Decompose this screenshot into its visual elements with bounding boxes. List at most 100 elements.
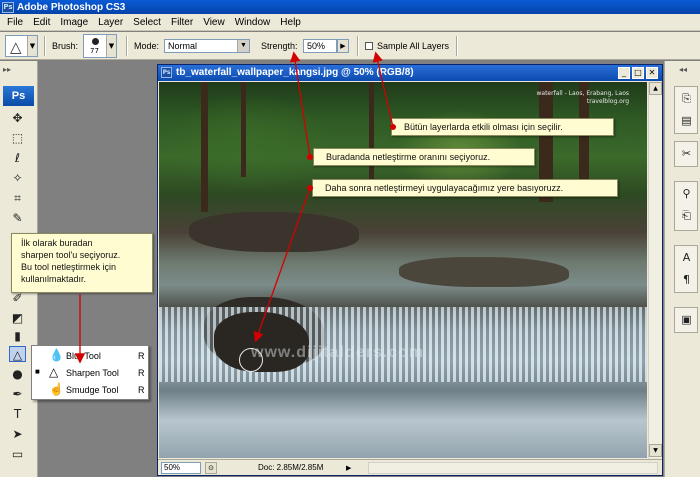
callout-sharpen-tool: İlk olarak buradan sharpen tool'u seçiyo… bbox=[11, 233, 153, 293]
sample-all-layers-label[interactable]: Sample All Layers bbox=[377, 41, 449, 51]
path-selection-tool-icon[interactable]: ➤ bbox=[9, 426, 26, 442]
document-title: tb_waterfall_wallpaper_kangsi.jpg @ 50% … bbox=[176, 67, 414, 78]
strength-label: Strength: bbox=[261, 41, 298, 51]
blur-drop-icon: 💧 bbox=[49, 348, 64, 362]
sample-all-layers-checkbox[interactable] bbox=[365, 42, 373, 50]
chevron-down-icon[interactable]: ▼ bbox=[237, 40, 249, 52]
mode-value: Normal bbox=[168, 41, 198, 51]
options-separator bbox=[44, 36, 46, 56]
status-info-icon[interactable]: ⊙ bbox=[205, 462, 217, 474]
scroll-down-icon[interactable]: ▼ bbox=[649, 444, 662, 457]
dock-group-navigator: ⎘ ▤ bbox=[674, 86, 698, 134]
dock-group-layers: ▣ bbox=[674, 307, 698, 333]
smudge-hand-icon: ☝ bbox=[49, 382, 64, 396]
flyout-item-shortcut: R bbox=[138, 385, 145, 395]
flyout-item-shortcut: R bbox=[138, 368, 145, 378]
options-separator bbox=[456, 36, 458, 56]
menu-bar: File Edit Image Layer Select Filter View… bbox=[0, 14, 700, 31]
flyout-item-smudge[interactable]: ☝ Smudge Tool R bbox=[32, 381, 148, 398]
flyout-item-sharpen[interactable]: ■ △ Sharpen Tool R bbox=[32, 364, 148, 381]
mode-select[interactable]: Normal ▼ bbox=[164, 39, 250, 53]
sharpen-triangle-icon: △ bbox=[49, 365, 59, 379]
layers-panel-icon[interactable]: ▣ bbox=[678, 312, 695, 328]
photoshop-logo[interactable]: Ps bbox=[3, 86, 34, 106]
magic-wand-tool-icon[interactable]: ✧ bbox=[9, 170, 26, 186]
brush-label: Brush: bbox=[52, 41, 79, 51]
menu-filter[interactable]: Filter bbox=[166, 17, 198, 28]
canvas-image[interactable]: waterfall - Laos, Erabang, Laos travelbl… bbox=[159, 82, 647, 458]
flyout-item-label: Smudge Tool bbox=[66, 385, 119, 395]
zoom-input[interactable]: 50% bbox=[161, 462, 201, 474]
callout-line: İlk olarak buradan bbox=[21, 238, 93, 248]
eyedropper-tool-icon[interactable]: ✎ bbox=[9, 210, 26, 226]
strength-slider-arrow-icon[interactable]: ▶ bbox=[337, 39, 349, 53]
navigator-panel-icon[interactable]: ⎘ bbox=[678, 91, 695, 107]
menu-file[interactable]: File bbox=[2, 17, 28, 28]
callout-line: Bu tool netleştirmek için bbox=[21, 262, 117, 272]
shape-tool-icon[interactable]: ▭ bbox=[9, 446, 26, 462]
actions-panel-icon[interactable]: ⎗ bbox=[678, 208, 695, 224]
move-tool-icon[interactable]: ✥ bbox=[9, 110, 26, 126]
app-title-bar: Ps Adobe Photoshop CS3 bbox=[0, 0, 700, 14]
menu-window[interactable]: Window bbox=[230, 17, 276, 28]
menu-help[interactable]: Help bbox=[275, 17, 306, 28]
tool-preset-picker[interactable]: △ ▼ bbox=[5, 35, 38, 57]
horizontal-scrollbar[interactable] bbox=[368, 462, 658, 474]
scroll-up-icon[interactable]: ▲ bbox=[649, 82, 662, 95]
photoshop-app-icon: Ps bbox=[2, 1, 14, 13]
paragraph-panel-icon[interactable]: ¶ bbox=[678, 272, 695, 288]
menu-edit[interactable]: Edit bbox=[28, 17, 55, 28]
type-tool-icon[interactable]: T bbox=[9, 406, 26, 422]
document-icon: Ps bbox=[161, 67, 172, 78]
sharpen-tool-button[interactable]: △ bbox=[9, 346, 26, 362]
brush-cursor-icon bbox=[239, 348, 263, 372]
photo-credit-line: waterfall - Laos, Erabang, Laos bbox=[536, 90, 630, 97]
menu-view[interactable]: View bbox=[198, 17, 230, 28]
chevron-down-icon[interactable]: ▼ bbox=[27, 36, 37, 56]
flyout-item-blur[interactable]: 💧 Blur Tool R bbox=[32, 347, 148, 364]
gradient-tool-icon[interactable]: ▮ bbox=[9, 328, 26, 344]
strength-input[interactable]: 50% bbox=[303, 39, 337, 53]
maximize-button[interactable]: □ bbox=[632, 67, 644, 79]
photo-tree bbox=[241, 82, 246, 177]
close-button[interactable]: ✕ bbox=[646, 67, 658, 79]
brush-picker[interactable]: 77 ▼ bbox=[83, 34, 117, 58]
dock-group-tools: ✂ bbox=[674, 141, 698, 167]
tool-flyout-menu: 💧 Blur Tool R ■ △ Sharpen Tool R ☝ Smudg… bbox=[31, 345, 149, 400]
dodge-tool-icon[interactable]: ● bbox=[9, 366, 26, 382]
chevron-down-icon[interactable]: ▼ bbox=[106, 35, 116, 57]
callout-line: kullanılmaktadır. bbox=[21, 274, 87, 284]
flyout-item-label: Sharpen Tool bbox=[66, 368, 119, 378]
tool-presets-icon[interactable]: ✂ bbox=[678, 146, 695, 162]
history-panel-icon[interactable]: ⚲ bbox=[678, 186, 695, 202]
photo-credit-line: travelblog.org bbox=[586, 98, 629, 105]
lasso-tool-icon[interactable]: ℓ bbox=[9, 150, 26, 166]
mode-label: Mode: bbox=[134, 41, 160, 51]
panel-grip-icon[interactable]: ◂◂ bbox=[679, 65, 687, 74]
brush-size: 77 bbox=[90, 47, 99, 55]
tool-options-bar: △ ▼ Brush: 77 ▼ Mode: Normal ▼ Strength:… bbox=[0, 32, 700, 60]
eraser-tool-icon[interactable]: ◩ bbox=[9, 310, 26, 326]
character-panel-icon[interactable]: A bbox=[678, 250, 695, 266]
menu-select[interactable]: Select bbox=[128, 17, 166, 28]
selected-bullet-icon: ■ bbox=[35, 367, 40, 376]
vertical-scrollbar[interactable]: ▲ ▼ bbox=[648, 82, 662, 458]
minimize-button[interactable]: _ bbox=[618, 67, 630, 79]
status-menu-arrow-icon[interactable]: ▶ bbox=[346, 462, 356, 474]
photo-tree bbox=[369, 82, 374, 192]
flyout-item-label: Blur Tool bbox=[66, 351, 101, 361]
photo-rock bbox=[189, 212, 359, 252]
status-bar: 50% ⊙ Doc: 2.85M/2.85M ▶ bbox=[158, 459, 662, 475]
pen-tool-icon[interactable]: ✒ bbox=[9, 386, 26, 402]
info-panel-icon[interactable]: ▤ bbox=[678, 113, 695, 129]
document-title-bar[interactable]: Ps tb_waterfall_wallpaper_kangsi.jpg @ 5… bbox=[158, 65, 662, 81]
options-separator bbox=[126, 36, 128, 56]
photo-rock bbox=[399, 257, 569, 287]
menu-image[interactable]: Image bbox=[55, 17, 93, 28]
panel-dock: ◂◂ ⎘ ▤ ✂ ⚲ ⎗ A ¶ ▣ bbox=[664, 61, 700, 477]
crop-tool-icon[interactable]: ⌗ bbox=[9, 190, 26, 206]
watermark-text: www.dijitalders.com bbox=[251, 344, 425, 361]
panel-grip-icon[interactable]: ▸▸ bbox=[3, 65, 11, 74]
marquee-tool-icon[interactable]: ⬚ bbox=[9, 130, 26, 146]
menu-layer[interactable]: Layer bbox=[93, 17, 128, 28]
